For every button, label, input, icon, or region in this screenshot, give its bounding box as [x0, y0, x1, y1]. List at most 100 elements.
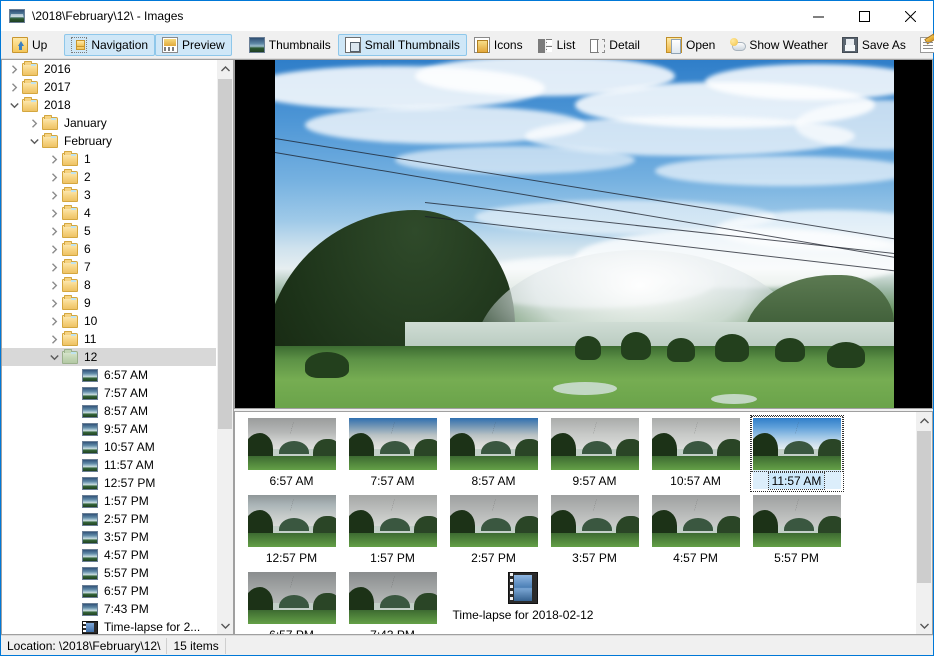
chevron-right-icon[interactable] [46, 172, 62, 182]
folder-icon [62, 294, 78, 310]
thumbnail-item[interactable]: 9:57 AM [544, 418, 645, 494]
chevron-down-icon[interactable] [6, 101, 22, 110]
chevron-right-icon[interactable] [46, 280, 62, 290]
tree-file-item[interactable]: 8:57 AM [2, 402, 216, 420]
thumbnail-item[interactable]: 7:43 PM [342, 572, 443, 634]
tree-folder-item[interactable]: 2 [2, 168, 216, 186]
tree-folder-item[interactable]: January [2, 114, 216, 132]
tree-file-item[interactable]: 12:57 PM [2, 474, 216, 492]
toolbar-button-show-weather[interactable]: Show Weather [722, 34, 835, 56]
minimize-button[interactable] [795, 1, 841, 31]
tree-folder-item[interactable]: 9 [2, 294, 216, 312]
tree-file-item[interactable]: 10:57 AM [2, 438, 216, 456]
tree-file-item[interactable]: Time-lapse for 2... [2, 618, 216, 634]
thumbnail-item[interactable]: 7:57 AM [342, 418, 443, 494]
close-button[interactable] [887, 1, 933, 31]
thumbnail-scroll-down-button[interactable] [916, 617, 932, 634]
tree-folder-item[interactable]: 2017 [2, 78, 216, 96]
tree-folder-item[interactable]: 11 [2, 330, 216, 348]
thumbnail-scroll-up-button[interactable] [916, 412, 932, 429]
folder-tree[interactable]: 2016 2017 2018 January February 1 2 3 4 5 6 7 8 9 10 11… [2, 60, 216, 634]
thumbnail-image [247, 495, 336, 547]
image-preview-pane[interactable] [234, 59, 933, 409]
chevron-right-icon[interactable] [26, 118, 42, 128]
chevron-down-icon[interactable] [46, 353, 62, 362]
thumbnail-item[interactable]: 11:57 AM [746, 415, 847, 494]
thumbnail-scroll-track[interactable] [916, 429, 932, 617]
thumbnail-item[interactable]: 5:57 PM [746, 495, 847, 571]
tree-file-item[interactable]: 9:57 AM [2, 420, 216, 438]
tree-file-item[interactable]: 3:57 PM [2, 528, 216, 546]
chevron-right-icon[interactable] [6, 82, 22, 92]
chevron-right-icon[interactable] [46, 154, 62, 164]
toolbar-button-icons[interactable]: Icons [467, 34, 530, 56]
toolbar-button-list[interactable]: List [530, 34, 583, 56]
chevron-right-icon[interactable] [6, 64, 22, 74]
tree-scrollbar[interactable] [216, 60, 233, 634]
tree-folder-item[interactable]: 5 [2, 222, 216, 240]
toolbar-button-open[interactable]: Open [659, 34, 722, 56]
image-icon [82, 602, 98, 616]
thumbnail-scroll-thumb[interactable] [917, 431, 931, 583]
toolbar-button-up[interactable]: Up [5, 34, 54, 56]
tree-file-item[interactable]: 5:57 PM [2, 564, 216, 582]
toolbar-button-properties[interactable]: Properties [913, 34, 934, 56]
maximize-button[interactable] [841, 1, 887, 31]
toolbar-button-navigation[interactable]: Navigation [64, 33, 156, 56]
thumbnail-scrollbar[interactable] [915, 412, 932, 634]
tree-file-item[interactable]: 1:57 PM [2, 492, 216, 510]
tree-folder-item[interactable]: 2018 [2, 96, 216, 114]
tree-file-item[interactable]: 7:57 AM [2, 384, 216, 402]
tree-folder-item[interactable]: 6 [2, 240, 216, 258]
thumbnail-item[interactable]: 6:57 AM [241, 418, 342, 494]
tree-file-item[interactable]: 11:57 AM [2, 456, 216, 474]
thumbnail-item[interactable]: 2:57 PM [443, 495, 544, 571]
tree-scroll-thumb[interactable] [218, 79, 232, 429]
tree-folder-item[interactable]: 3 [2, 186, 216, 204]
chevron-right-icon[interactable] [46, 334, 62, 344]
chevron-right-icon[interactable] [46, 244, 62, 254]
tree-file-item[interactable]: 2:57 PM [2, 510, 216, 528]
thumbnail-label: 7:43 PM [367, 627, 418, 634]
tree-folder-item[interactable]: 1 [2, 150, 216, 168]
chevron-right-icon[interactable] [46, 226, 62, 236]
tree-scroll-track[interactable] [217, 77, 233, 617]
thumbnail-scroll-area[interactable]: 6:57 AM 7:57 AM 8:57 AM 9:57 AM 10:57 AM 11:5… [235, 412, 915, 634]
tree-folder-item[interactable]: 10 [2, 312, 216, 330]
toolbar-button-detail[interactable]: Detail [582, 34, 647, 56]
chevron-right-icon[interactable] [46, 262, 62, 272]
toolbar-button-small-thumbnails[interactable]: Small Thumbnails [337, 33, 467, 56]
thumbnail-item[interactable]: 4:57 PM [645, 495, 746, 571]
tree-scroll-down-button[interactable] [217, 617, 233, 634]
chevron-right-icon[interactable] [46, 298, 62, 308]
chevron-right-icon[interactable] [46, 316, 62, 326]
tree-scroll-up-button[interactable] [217, 60, 233, 77]
thumbnail-item[interactable]: Time-lapse for 2018-02-12 [443, 572, 603, 634]
tree-file-item[interactable]: 6:57 PM [2, 582, 216, 600]
thumbnail-item[interactable]: 1:57 PM [342, 495, 443, 571]
tree-file-item[interactable]: 4:57 PM [2, 546, 216, 564]
chevron-right-icon[interactable] [46, 190, 62, 200]
tree-folder-item[interactable]: February [2, 132, 216, 150]
thumbnail-item[interactable]: 12:57 PM [241, 495, 342, 571]
chevron-right-icon[interactable] [46, 208, 62, 218]
thumbnail-item[interactable]: 8:57 AM [443, 418, 544, 494]
toolbar-button-icons-label: Icons [493, 37, 523, 52]
tree-file-item[interactable]: 6:57 AM [2, 366, 216, 384]
thumbnail-pane: 6:57 AM 7:57 AM 8:57 AM 9:57 AM 10:57 AM 11:5… [234, 411, 933, 635]
toolbar-button-save-as[interactable]: Save As [835, 34, 913, 56]
tree-folder-item[interactable]: 8 [2, 276, 216, 294]
tree-item-label: 7:57 AM [104, 386, 149, 400]
thumbnail-item[interactable]: 3:57 PM [544, 495, 645, 571]
tree-folder-item[interactable]: 7 [2, 258, 216, 276]
chevron-down-icon[interactable] [26, 137, 42, 146]
tree-folder-item[interactable]: 2016 [2, 60, 216, 78]
toolbar-button-preview[interactable]: Preview [155, 33, 232, 56]
tree-folder-item[interactable]: 12 [2, 348, 216, 366]
thumbnail-item[interactable]: 10:57 AM [645, 418, 746, 494]
small-thumbnails-icon [344, 36, 361, 53]
toolbar-button-thumbnails[interactable]: Thumbnails [242, 34, 338, 56]
tree-folder-item[interactable]: 4 [2, 204, 216, 222]
thumbnail-item[interactable]: 6:57 PM [241, 572, 342, 634]
tree-file-item[interactable]: 7:43 PM [2, 600, 216, 618]
